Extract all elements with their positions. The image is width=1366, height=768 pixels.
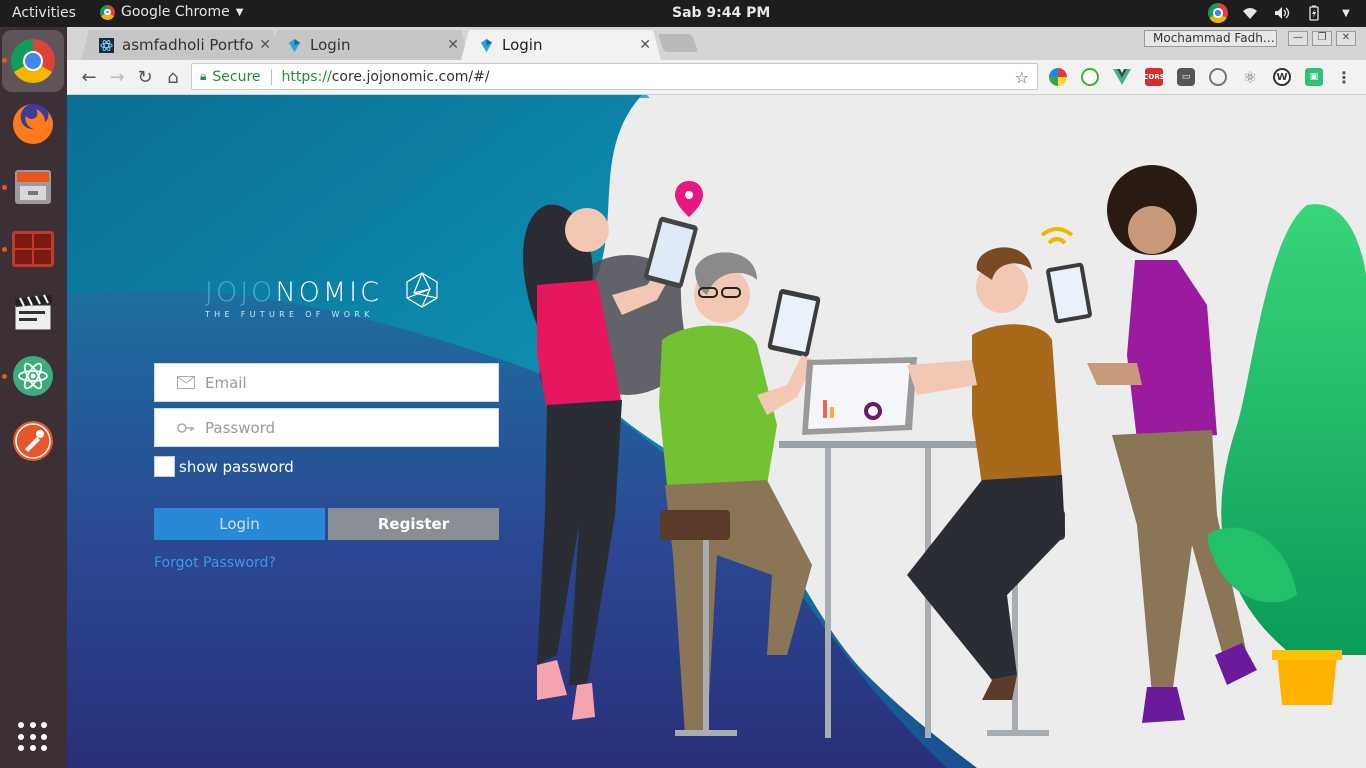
close-icon[interactable]: ✕ <box>447 37 459 53</box>
tab-title: Login <box>310 36 351 54</box>
email-field[interactable]: Email <box>154 363 499 402</box>
reload-icon[interactable]: ↻ <box>133 65 157 89</box>
tab-title: asmfadholi Portfoli <box>122 36 254 54</box>
clock[interactable]: Sab 9:44 PM <box>672 5 770 21</box>
forgot-password-link[interactable]: Forgot Password? <box>154 555 276 571</box>
chrome-tray-icon[interactable] <box>1208 3 1228 23</box>
logo-tagline: THE FUTURE OF WORK <box>205 310 374 319</box>
jojonomic-favicon-icon <box>288 38 301 52</box>
minimize-button[interactable]: — <box>1288 31 1308 46</box>
dock-firefox[interactable] <box>8 99 58 149</box>
close-icon[interactable]: ✕ <box>259 37 271 53</box>
dock-video-editor[interactable] <box>8 287 58 337</box>
running-indicator <box>2 374 7 379</box>
bookmark-star-icon[interactable]: ☆ <box>1015 68 1029 87</box>
maximize-button[interactable]: ❐ <box>1312 31 1332 46</box>
url-text: https://core.jojonomic.com/#/ <box>281 68 490 85</box>
wappalyzer-icon[interactable]: W <box>1273 68 1291 86</box>
atom-icon <box>13 356 53 396</box>
divider <box>270 68 272 85</box>
dock-files[interactable] <box>8 162 58 212</box>
running-indicator <box>2 247 7 252</box>
firefox-icon <box>13 104 53 144</box>
home-icon[interactable]: ⌂ <box>161 65 185 89</box>
chrome-menu-icon[interactable]: ⋮ <box>1335 68 1353 87</box>
jojonomic-favicon-icon <box>480 38 493 52</box>
back-arrow-icon[interactable]: ← <box>77 65 101 89</box>
dock-chrome[interactable] <box>2 30 64 92</box>
app-menu-label: Google Chrome <box>121 4 230 20</box>
show-applications-button[interactable] <box>18 722 48 752</box>
dock <box>0 27 67 768</box>
chrome-icon <box>100 4 115 20</box>
battery-icon <box>1304 3 1324 23</box>
tab-portfolio[interactable]: asmfadholi Portfoli ✕ <box>81 30 281 60</box>
close-icon[interactable]: ✕ <box>639 37 651 53</box>
file-cabinet-icon <box>15 170 51 204</box>
color-picker-extension-icon[interactable] <box>1049 68 1067 86</box>
terminal-icon <box>12 231 54 267</box>
login-button[interactable]: Login <box>154 508 325 540</box>
react-favicon-icon <box>99 37 114 53</box>
show-password-label[interactable]: show password <box>179 458 294 476</box>
chevron-down-icon: ▼ <box>1342 7 1350 19</box>
system-tray[interactable]: ▼ <box>1208 3 1356 23</box>
profile-button[interactable]: Mochammad Fadh… <box>1144 30 1277 47</box>
envelope-icon <box>177 376 195 390</box>
chrome-window: asmfadholi Portfoli ✕ Login ✕ Login ✕ Mo… <box>67 27 1366 768</box>
email-placeholder: Email <box>205 373 247 392</box>
tab-login-1[interactable]: Login ✕ <box>269 30 469 60</box>
dock-postman[interactable] <box>8 416 58 466</box>
dock-terminal-tool[interactable] <box>8 224 58 274</box>
running-indicator <box>2 185 7 190</box>
system-top-bar: Activities Google Chrome ▼ Sab 9:44 PM ▼ <box>0 0 1366 27</box>
window-close-button[interactable]: ✕ <box>1336 31 1356 46</box>
dock-atom[interactable] <box>8 351 58 401</box>
tab-title: Login <box>502 36 543 54</box>
show-password-checkbox[interactable] <box>154 456 175 477</box>
react-devtools-icon[interactable]: ⚛ <box>1241 68 1259 87</box>
postman-icon <box>13 421 53 461</box>
volume-icon <box>1272 3 1292 23</box>
secure-label: Secure <box>212 68 261 85</box>
password-placeholder: Password <box>205 418 276 437</box>
vue-devtools-icon[interactable] <box>1113 68 1131 86</box>
password-field[interactable]: Password <box>154 408 499 447</box>
page-viewport: JOJONOMIC THE FUTURE OF WORK Email Passw… <box>67 95 1366 768</box>
nodejs-extension-icon[interactable] <box>1081 68 1099 86</box>
key-icon <box>177 421 195 435</box>
app-menu[interactable]: Google Chrome ▼ <box>100 4 243 20</box>
tab-login-active[interactable]: Login ✕ <box>461 30 661 60</box>
new-tab-button[interactable] <box>657 34 699 52</box>
reader-extension-icon[interactable]: ▣ <box>1305 68 1323 86</box>
jojonomic-logo: JOJONOMIC THE FUTURE OF WORK <box>205 271 455 319</box>
browser-toolbar: ← → ↻ ⌂ 🔒︎ Secure https://core.jojonomic… <box>67 60 1366 95</box>
activities-button[interactable]: Activities <box>12 5 76 21</box>
logo-wordmark: JOJONOMIC <box>205 271 455 309</box>
chrome-icon <box>11 39 55 83</box>
globe-extension-icon[interactable] <box>1209 68 1227 86</box>
address-bar[interactable]: 🔒︎ Secure https://core.jojonomic.com/#/ … <box>191 63 1038 90</box>
cors-extension-icon[interactable]: CORS <box>1143 68 1165 86</box>
tab-strip: asmfadholi Portfoli ✕ Login ✕ Login ✕ Mo… <box>67 27 1366 60</box>
wifi-icon <box>1240 3 1260 23</box>
forward-arrow-icon[interactable]: → <box>105 65 129 89</box>
running-indicator <box>2 58 7 63</box>
clapperboard-icon <box>14 294 52 331</box>
chevron-down-icon: ▼ <box>235 6 244 18</box>
show-password-row: show password <box>154 456 294 477</box>
register-button[interactable]: Register <box>328 508 499 540</box>
chat-extension-icon[interactable]: ▭ <box>1177 68 1195 86</box>
lock-icon: 🔒︎ <box>200 69 207 83</box>
polygon-logo-icon <box>405 272 438 308</box>
